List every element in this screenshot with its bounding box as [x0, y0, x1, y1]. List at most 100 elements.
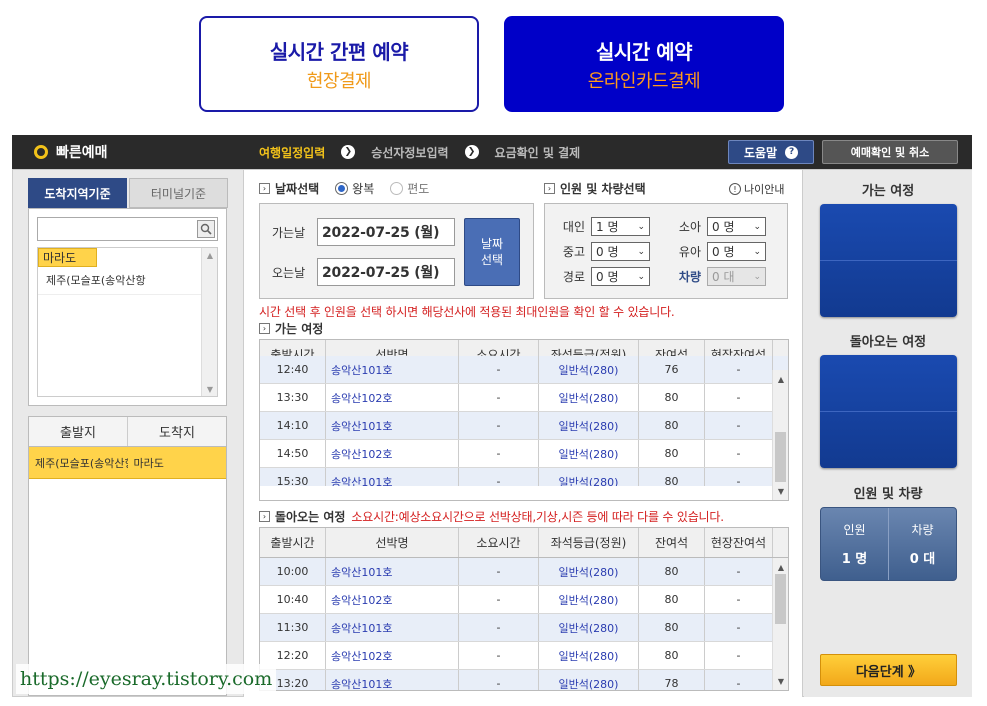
- scroll-down-icon[interactable]: ▼: [202, 382, 218, 396]
- step-indicator: 여행일정입력 ❯ 승선자정보입력 ❯ 요금확인 및 결제: [259, 144, 580, 161]
- outbound-scrollbar[interactable]: ▲ ▼: [772, 370, 788, 500]
- scroll-down-icon[interactable]: ▼: [773, 674, 788, 688]
- pax-summary-car-value: 0 대: [909, 552, 936, 567]
- info-icon: !: [729, 183, 741, 195]
- cell-onsite: -: [705, 670, 773, 690]
- child-select-value: 0 명: [712, 220, 735, 234]
- summary-panel: 가는 여정 돌아오는 여정 인원 및 차량 인원 1 명 차량 0 대 다음단계…: [804, 170, 972, 697]
- return-date-label: 오는날: [272, 265, 306, 280]
- table-row[interactable]: 10:40 송악산102호 - 일반석(280) 80-: [260, 586, 788, 614]
- scroll-down-icon[interactable]: ▼: [773, 484, 788, 498]
- tab-terminal[interactable]: 터미널기준: [129, 178, 228, 208]
- outbound-label: 가는 여정: [275, 322, 324, 336]
- route-header: 출발지 도착지: [29, 417, 226, 447]
- cell-grade: 일반석(280): [539, 384, 639, 411]
- col-remaining: 잔여석: [639, 528, 705, 557]
- destination-search-input[interactable]: [37, 217, 218, 241]
- chevron-right-icon: ›: [259, 183, 270, 194]
- table-row[interactable]: 15:30 송악산101호 - 일반석(280) 80-: [260, 468, 788, 486]
- search-icon[interactable]: [197, 220, 215, 238]
- cell-time: 14:50: [260, 440, 326, 467]
- watermark-text: https://eyesray.tistory.com: [16, 664, 276, 694]
- brand: 빠른예매: [34, 142, 259, 162]
- senior-select-row: 경로 0 명 ⌄: [553, 267, 650, 286]
- cell-duration: -: [459, 412, 539, 439]
- pax-select-label: 인원 및 차량선택: [560, 182, 646, 196]
- cell-seats: 80: [639, 440, 705, 467]
- pax-select-section: › 인원 및 차량선택: [544, 180, 646, 197]
- adult-select[interactable]: 1 명 ⌄: [591, 217, 650, 236]
- table-row[interactable]: 13:20 송악산101호 - 일반석(280) 78-: [260, 670, 788, 690]
- help-button[interactable]: 도움말 ?: [728, 140, 814, 164]
- list-item[interactable]: 제주(모슬포(송악산항: [38, 267, 201, 295]
- table-row[interactable]: 11:30 송악산101호 - 일반석(280) 80-: [260, 614, 788, 642]
- return-date-field[interactable]: 2022-07-25 (월): [317, 258, 455, 286]
- cell-ship: 송악산102호: [326, 586, 459, 613]
- scroll-up-icon[interactable]: ▲: [202, 248, 218, 262]
- senior-label: 경로: [562, 270, 585, 284]
- infant-label: 유아: [678, 245, 701, 259]
- cell-ship: 송악산101호: [326, 558, 459, 585]
- table-row[interactable]: 14:10 송악산101호 - 일반석(280) 80-: [260, 412, 788, 440]
- cell-grade: 일반석(280): [539, 558, 639, 585]
- route-row[interactable]: 제주(모슬포(송악산항 마라도: [29, 447, 226, 479]
- date-select-button[interactable]: 날짜 선택: [464, 218, 520, 286]
- max-pax-notice: 시간 선택 후 인원을 선택 하시면 해당선사에 적용된 최대인원을 확인 할 …: [259, 305, 675, 319]
- date-select-label: 날짜선택: [275, 182, 320, 196]
- cell-time: 12:40: [260, 356, 326, 383]
- child-select[interactable]: 0 명 ⌄: [707, 217, 766, 236]
- middle-label: 중고: [562, 245, 585, 259]
- list-item[interactable]: 마라도: [38, 248, 97, 267]
- inbound-summary-card: [820, 355, 957, 468]
- reservation-page: 실시간 간편 예약 현장결제 실시간 예약 온라인카드결제 빠른예매 여행일정입…: [0, 0, 987, 706]
- table-row[interactable]: 12:40 송악산101호 - 일반석(280) 76-: [260, 356, 788, 384]
- col-duration: 소요시간: [459, 528, 539, 557]
- next-step-button[interactable]: 다음단계 》: [820, 654, 957, 686]
- cell-seats: 80: [639, 412, 705, 439]
- destination-panel: 마라도 제주(모슬포(송악산항 ▲ ▼: [28, 208, 227, 406]
- cell-ship: 송악산102호: [326, 384, 459, 411]
- brand-dot-icon: [34, 145, 48, 159]
- simple-reservation-button[interactable]: 실시간 간편 예약 현장결제: [199, 16, 479, 112]
- step-passenger-info: 승선자정보입력: [371, 145, 449, 160]
- senior-select[interactable]: 0 명 ⌄: [591, 267, 650, 286]
- one-way-radio[interactable]: [390, 182, 404, 195]
- depart-date-row: 가는날 2022-07-25 (월): [272, 218, 455, 246]
- infant-select[interactable]: 0 명 ⌄: [707, 242, 766, 261]
- cell-ship: 송악산102호: [326, 642, 459, 669]
- table-row[interactable]: 12:20 송악산102호 - 일반석(280) 80-: [260, 642, 788, 670]
- cell-onsite: -: [705, 384, 773, 411]
- simple-reservation-sub: 현장결제: [306, 70, 372, 92]
- depart-date-field[interactable]: 2022-07-25 (월): [317, 218, 455, 246]
- scroll-thumb[interactable]: [775, 432, 786, 482]
- brand-title: 빠른예매: [56, 145, 108, 161]
- col-ship-name: 선박명: [326, 528, 459, 557]
- scroll-thumb[interactable]: [775, 574, 786, 624]
- route-header-to: 도착지: [159, 426, 195, 441]
- cell-ship: 송악산102호: [326, 440, 459, 467]
- chevron-right-icon: ›: [544, 183, 555, 194]
- table-row[interactable]: 14:50 송악산102호 - 일반석(280) 80-: [260, 440, 788, 468]
- inbound-scrollbar[interactable]: ▲ ▼: [772, 558, 788, 690]
- cell-time: 14:10: [260, 412, 326, 439]
- middle-select[interactable]: 0 명 ⌄: [591, 242, 650, 261]
- round-trip-radio[interactable]: [335, 182, 349, 195]
- list-scrollbar[interactable]: ▲ ▼: [201, 248, 217, 396]
- age-info-link[interactable]: ! 나이안내: [729, 181, 784, 197]
- outbound-table: 출발시간 선박명 소요시간 좌석등급(정원) 잔여석 현장잔여석 12:40 송악…: [259, 339, 789, 501]
- cell-grade: 일반석(280): [539, 440, 639, 467]
- senior-select-value: 0 명: [596, 270, 619, 284]
- tab-arrival-region[interactable]: 도착지역기준: [28, 178, 127, 208]
- table-row[interactable]: 10:00 송악산101호 - 일반석(280) 80-: [260, 558, 788, 586]
- scroll-up-icon[interactable]: ▲: [773, 372, 788, 386]
- cell-onsite: -: [705, 356, 773, 383]
- cell-onsite: -: [705, 642, 773, 669]
- car-select[interactable]: 0 대 ⌄: [707, 267, 766, 286]
- inbound-section: › 돌아오는 여정 소요시간:예상소요시간으로 선박상태,기상,시즌 등에 따라…: [259, 508, 724, 525]
- booking-check-cancel-button[interactable]: 예매확인 및 취소: [822, 140, 958, 164]
- table-row[interactable]: 13:30 송악산102호 - 일반석(280) 80-: [260, 384, 788, 412]
- chevron-right-icon: ›: [259, 323, 270, 334]
- scroll-up-icon[interactable]: ▲: [773, 560, 788, 574]
- cell-ship: 송악산101호: [326, 670, 459, 690]
- online-reservation-button[interactable]: 실시간 예약 온라인카드결제: [504, 16, 784, 112]
